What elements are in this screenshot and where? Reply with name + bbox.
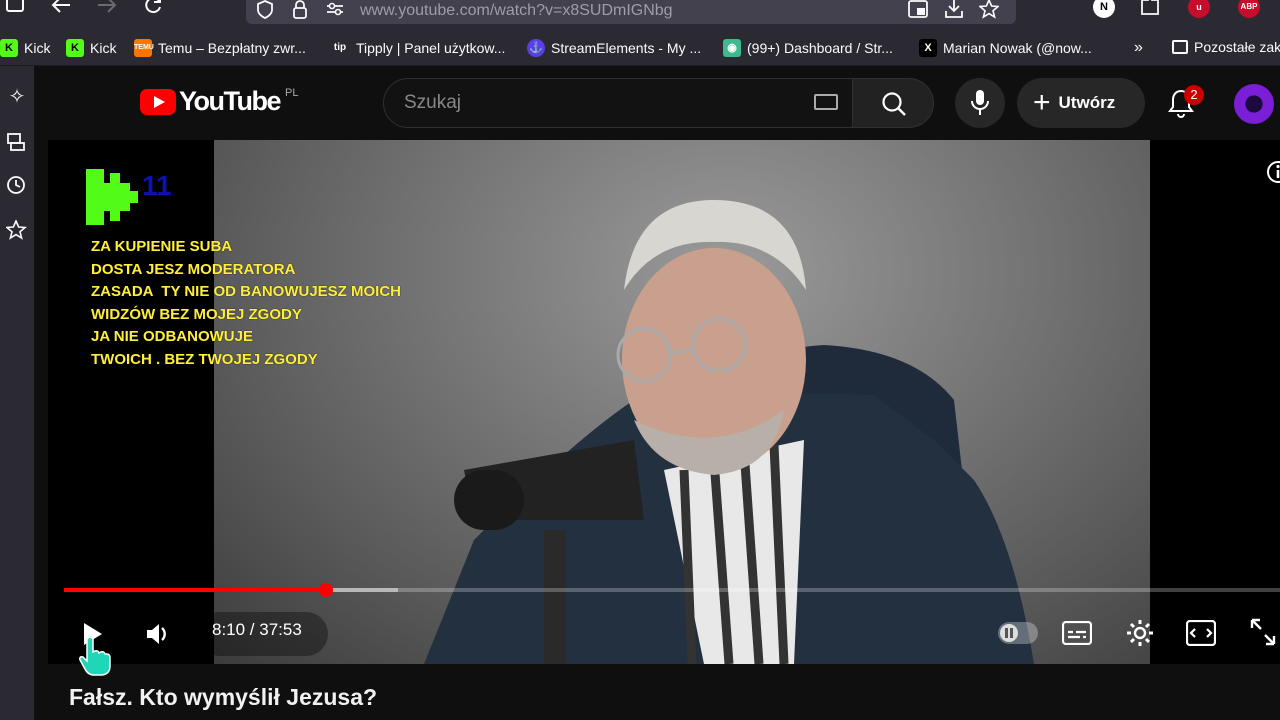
theater-mode-icon[interactable] [1186, 620, 1216, 646]
extensions-puzzle-icon[interactable] [1140, 0, 1160, 16]
bookmark-label: (99+) Dashboard / Str... [747, 40, 893, 56]
progress-played [64, 588, 327, 592]
bookmarks-bar: K Kick K Kick TEMU Temu – Bezpłatny zwr... … [0, 30, 1280, 66]
info-icon[interactable] [1266, 160, 1280, 184]
video-title: Fałsz. Kto wymyślił Jezusa? [69, 684, 378, 710]
star-icon[interactable] [6, 220, 28, 240]
bookmark-label: Kick [90, 40, 117, 56]
bookmark-star-icon[interactable] [979, 0, 999, 19]
video-scene-person-image [424, 200, 1034, 664]
search-icon [882, 92, 906, 116]
abp-extension-icon[interactable]: ABP [1238, 0, 1260, 18]
fullscreen-icon[interactable] [1250, 618, 1276, 646]
bookmark-label: StreamElements - My ... [551, 40, 702, 56]
chevrons-right-icon[interactable]: » [1134, 39, 1143, 57]
create-button[interactable]: + Utwórz [1017, 78, 1145, 128]
sparkle-icon[interactable]: ✧ [6, 84, 28, 109]
keyboard-icon[interactable] [814, 94, 838, 110]
bookmark-folder-other[interactable]: Pozostałe zak [1172, 39, 1280, 55]
bookmark-x-marian[interactable]: X Marian Nowak (@now... [919, 39, 1092, 57]
volume-icon [147, 624, 166, 644]
kick-icon: K [66, 39, 84, 57]
settings-gear-icon[interactable] [1125, 618, 1155, 648]
bookmark-streamelements[interactable]: ⚓ StreamElements - My ... [527, 39, 701, 57]
x-icon: X [919, 39, 937, 57]
shield-icon[interactable] [256, 0, 274, 20]
bookmark-label: Temu – Bezpłatny zwr... [158, 40, 306, 56]
autoplay-toggle[interactable] [998, 622, 1038, 644]
youtube-wordmark: YouTube [179, 86, 281, 116]
address-bar[interactable]: www.youtube.com/watch?v=x8SUDmIGNbg [246, 0, 1016, 24]
video-player[interactable]: 11 ZA KUPIENIE SUBA DOSTA JESZ MODERATOR… [48, 140, 1280, 676]
progress-scrubber-handle[interactable] [319, 583, 334, 597]
discord-like-icon: ◉ [723, 39, 741, 57]
bookmark-kick-1[interactable]: K Kick [0, 39, 50, 57]
temu-icon: TEMU [134, 39, 154, 57]
bookmark-dashboard[interactable]: ◉ (99+) Dashboard / Str... [723, 39, 893, 57]
youtube-play-logo-icon [140, 88, 176, 115]
pip-icon[interactable] [908, 0, 928, 18]
stream-overlay-text: ZA KUPIENIE SUBA DOSTA JESZ MODERATORA Z… [91, 238, 402, 368]
permissions-icon[interactable] [326, 2, 344, 16]
folder-icon [1172, 40, 1188, 54]
url-text[interactable]: www.youtube.com/watch?v=x8SUDmIGNbg [360, 2, 673, 20]
kick-logo-icon [86, 169, 138, 225]
bookmark-temu[interactable]: TEMU Temu – Bezpłatny zwr... [134, 39, 306, 57]
microphone-icon [971, 90, 989, 115]
sync-tabs-icon[interactable] [6, 132, 28, 152]
bookmark-label: Marian Nowak (@now... [943, 40, 1092, 56]
bookmark-kick-2[interactable]: K Kick [66, 39, 116, 57]
time-display: 8:10 / 37:53 [212, 620, 302, 639]
browser-toolbar: www.youtube.com/watch?v=x8SUDmIGNbg N u … [0, 0, 1280, 30]
create-label: Utwórz [1058, 93, 1116, 112]
back-icon[interactable] [50, 0, 72, 14]
history-icon[interactable] [6, 175, 28, 195]
subtitles-icon[interactable] [1062, 621, 1092, 645]
streamelements-icon: ⚓ [527, 39, 545, 57]
youtube-page: YouTube PL + Utwórz 2 [34, 66, 1280, 720]
plus-icon: + [1033, 86, 1051, 119]
overlay-number: 11 [142, 170, 172, 201]
bookmark-label: Tipply | Panel użytkow... [356, 40, 506, 56]
hand-cursor-icon [79, 636, 111, 676]
avatar[interactable] [1234, 84, 1274, 124]
forward-icon[interactable] [96, 0, 118, 14]
volume-button[interactable] [136, 612, 180, 656]
reload-icon[interactable] [143, 0, 163, 15]
kick-icon: K [0, 39, 18, 57]
bookmark-label: Pozostałe zak [1194, 39, 1280, 55]
download-page-icon[interactable] [944, 0, 964, 19]
country-code: PL [284, 86, 299, 99]
lock-icon[interactable] [292, 0, 308, 20]
search-button[interactable] [852, 78, 934, 128]
bookmark-label: Kick [24, 40, 51, 56]
n-extension-icon[interactable]: N [1093, 0, 1115, 18]
voice-search-button[interactable] [955, 78, 1005, 128]
sidebar-toggle-icon[interactable] [6, 0, 24, 12]
notification-count-badge: 2 [1184, 85, 1204, 105]
search-input[interactable] [383, 78, 853, 128]
ublock-extension-icon[interactable]: u [1188, 0, 1210, 18]
pause-autoplay-icon [1000, 624, 1018, 642]
browser-sidebar: ✧ [0, 66, 34, 720]
youtube-logo[interactable]: YouTube PL [140, 86, 298, 117]
video-frame[interactable] [214, 140, 1150, 664]
tipply-icon: tip [330, 39, 350, 57]
bookmark-tipply[interactable]: tip Tipply | Panel użytkow... [330, 39, 505, 57]
